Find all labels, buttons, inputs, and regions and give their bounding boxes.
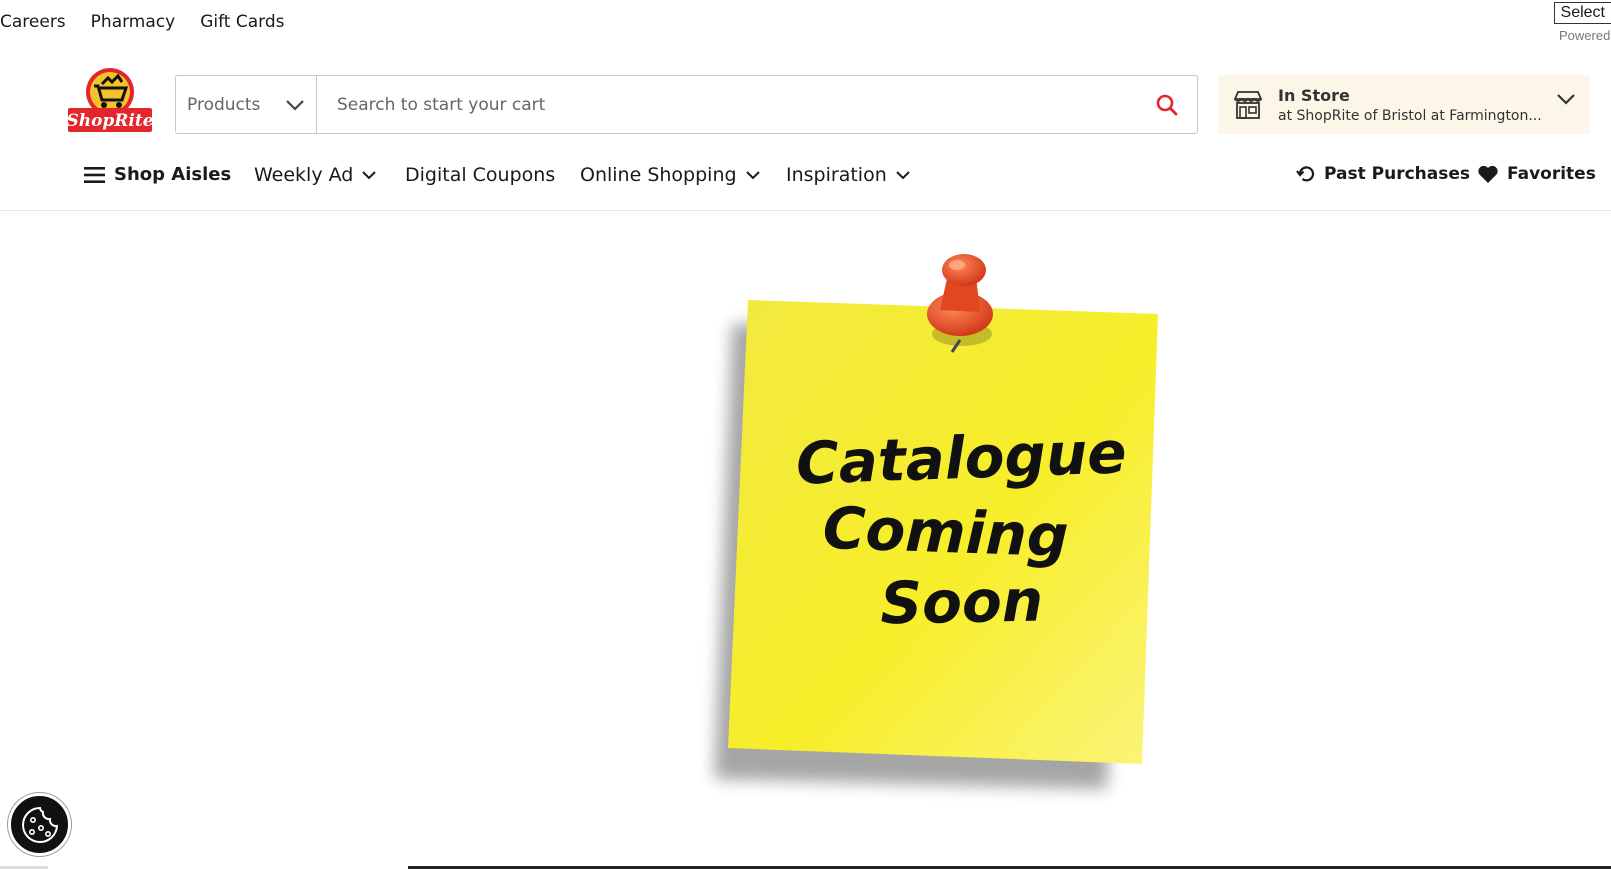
main-nav: Shop Aisles Weekly Ad Digital Coupons On… bbox=[0, 160, 1611, 210]
translate-widget: Select Powered bbox=[1553, 2, 1611, 43]
svg-text:ShopRite: ShopRite bbox=[66, 111, 153, 131]
nav-past-purchases[interactable]: Past Purchases bbox=[1296, 164, 1470, 184]
store-selector[interactable]: In Store at ShopRite of Bristol at Farmi… bbox=[1218, 75, 1590, 134]
search-category-dropdown[interactable]: Products bbox=[176, 76, 317, 133]
store-name: at ShopRite of Bristol at Farmington... bbox=[1278, 107, 1542, 124]
gift-cards-link[interactable]: Gift Cards bbox=[200, 12, 284, 32]
nav-past-purchases-label: Past Purchases bbox=[1324, 164, 1471, 184]
chevron-down-icon bbox=[362, 171, 377, 180]
nav-favorites-label: Favorites bbox=[1507, 164, 1596, 184]
nav-weekly-ad[interactable]: Weekly Ad bbox=[254, 164, 377, 186]
search-category-label: Products bbox=[187, 94, 261, 115]
pushpin-icon bbox=[927, 254, 993, 353]
sticky-note-graphic: Catalogue Coming Soon bbox=[714, 254, 1158, 789]
search-icon bbox=[1156, 94, 1178, 115]
shoprite-logo[interactable]: ShopRite bbox=[66, 66, 154, 136]
nav-divider bbox=[0, 210, 1611, 211]
nav-inspiration[interactable]: Inspiration bbox=[786, 164, 911, 186]
search-input[interactable] bbox=[317, 76, 1137, 133]
nav-shop-aisles[interactable]: Shop Aisles bbox=[84, 164, 231, 185]
nav-weekly-ad-label: Weekly Ad bbox=[254, 164, 354, 186]
nav-shop-aisles-label: Shop Aisles bbox=[114, 164, 232, 185]
pharmacy-link[interactable]: Pharmacy bbox=[91, 12, 176, 32]
search-button[interactable] bbox=[1137, 76, 1197, 133]
search-bar: Products bbox=[175, 75, 1198, 134]
nav-inspiration-label: Inspiration bbox=[786, 164, 887, 186]
heart-icon bbox=[1478, 165, 1498, 183]
nav-digital-coupons-label: Digital Coupons bbox=[405, 164, 556, 186]
storefront-icon bbox=[1233, 90, 1263, 119]
hamburger-menu-icon bbox=[84, 166, 105, 183]
chevron-down-icon bbox=[745, 171, 760, 180]
utility-links: Careers Pharmacy Gift Cards bbox=[0, 12, 284, 32]
shoprite-logo-icon: ShopRite bbox=[66, 68, 154, 132]
nav-online-shopping-label: Online Shopping bbox=[580, 164, 737, 186]
powered-by-label: Powered bbox=[1559, 28, 1611, 43]
chevron-down-icon bbox=[1557, 94, 1575, 105]
cookie-settings-button[interactable] bbox=[8, 793, 71, 856]
chevron-down-icon bbox=[896, 171, 910, 180]
cookie-icon bbox=[21, 806, 58, 843]
nav-favorites[interactable]: Favorites bbox=[1477, 164, 1596, 184]
note-line-2: Coming bbox=[822, 494, 1070, 571]
note-line-3: Soon bbox=[880, 567, 1044, 638]
note-line-1: Catalogue bbox=[795, 418, 1128, 497]
store-mode-title: In Store bbox=[1278, 85, 1350, 105]
history-icon bbox=[1296, 166, 1315, 182]
nav-online-shopping[interactable]: Online Shopping bbox=[580, 164, 761, 186]
catalogue-coming-soon-image: Catalogue Coming Soon bbox=[700, 252, 1180, 812]
language-select[interactable]: Select bbox=[1553, 2, 1611, 24]
careers-link[interactable]: Careers bbox=[0, 12, 66, 32]
chevron-down-icon bbox=[286, 99, 304, 111]
nav-digital-coupons[interactable]: Digital Coupons bbox=[405, 164, 555, 186]
